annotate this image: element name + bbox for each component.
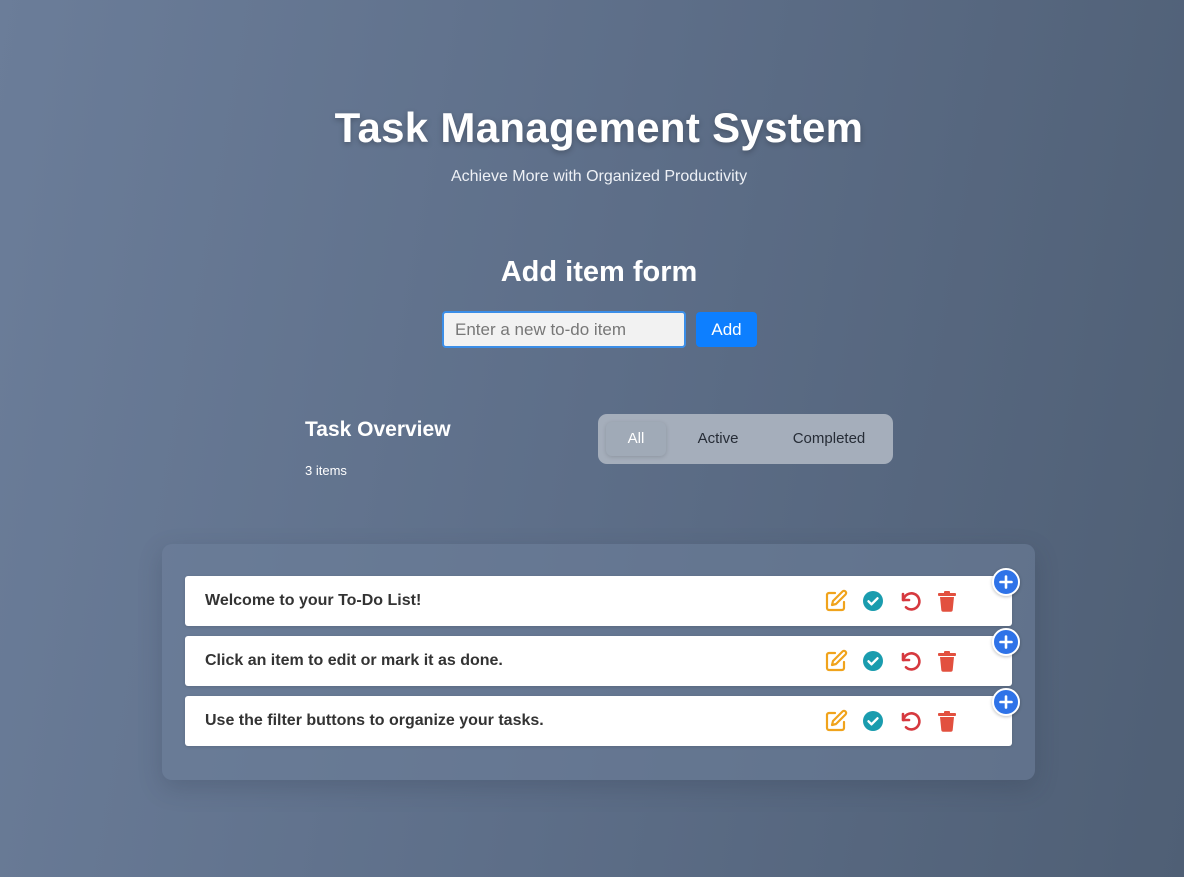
todo-item[interactable]: Click an item to edit or mark it as done… <box>185 636 1012 686</box>
overview-title: Task Overview <box>305 418 451 441</box>
filter-active-button[interactable]: Active <box>680 422 756 456</box>
filter-group: All Active Completed <box>598 414 893 464</box>
add-button[interactable]: Add <box>696 312 757 347</box>
add-subtask-button[interactable] <box>992 628 1020 656</box>
edit-icon[interactable] <box>824 709 848 733</box>
edit-icon[interactable] <box>824 589 848 613</box>
todo-text[interactable]: Welcome to your To-Do List! <box>205 576 421 626</box>
undo-icon[interactable] <box>898 709 922 733</box>
undo-icon[interactable] <box>898 649 922 673</box>
trash-icon[interactable] <box>935 709 959 733</box>
todo-input[interactable] <box>442 311 686 348</box>
filter-all-button[interactable]: All <box>606 422 666 456</box>
todo-text[interactable]: Use the filter buttons to organize your … <box>205 696 544 746</box>
trash-icon[interactable] <box>935 649 959 673</box>
page-subtitle: Achieve More with Organized Productivity <box>450 168 748 185</box>
trash-icon[interactable] <box>935 589 959 613</box>
check-icon[interactable] <box>861 589 885 613</box>
check-icon[interactable] <box>861 709 885 733</box>
page-title: Task Management System <box>334 104 864 151</box>
edit-icon[interactable] <box>824 649 848 673</box>
plus-icon <box>999 695 1013 709</box>
add-subtask-button[interactable] <box>992 568 1020 596</box>
plus-icon <box>999 635 1013 649</box>
add-form-title: Add item form <box>500 256 698 288</box>
filter-completed-button[interactable]: Completed <box>776 422 882 456</box>
todo-text[interactable]: Click an item to edit or mark it as done… <box>205 636 503 686</box>
check-icon[interactable] <box>861 649 885 673</box>
todo-item[interactable]: Use the filter buttons to organize your … <box>185 696 1012 746</box>
add-subtask-button[interactable] <box>992 688 1020 716</box>
plus-icon <box>999 575 1013 589</box>
undo-icon[interactable] <box>898 589 922 613</box>
item-count: 3 items <box>305 463 347 478</box>
todo-item[interactable]: Welcome to your To-Do List! <box>185 576 1012 626</box>
